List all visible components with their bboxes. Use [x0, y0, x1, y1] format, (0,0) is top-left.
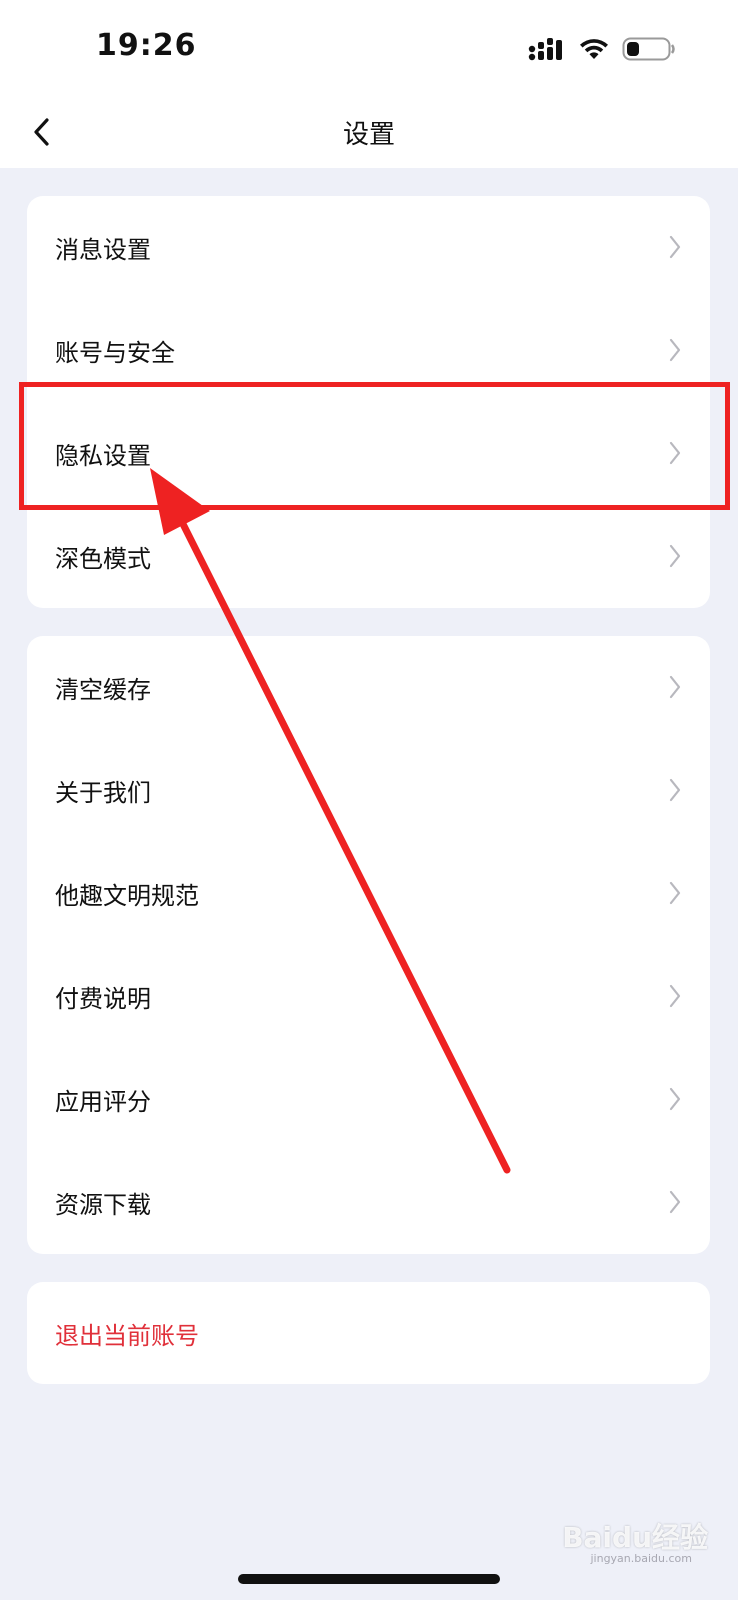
cellular-signal-icon — [528, 38, 562, 61]
chevron-right-icon — [669, 441, 681, 465]
settings-group-2: 清空缓存 关于我们 他趣文明规范 付费说明 应用评分 资源下载 — [27, 636, 710, 1254]
settings-item-label: 消息设置 — [55, 236, 151, 264]
chevron-right-icon — [669, 235, 681, 259]
settings-group-1: 消息设置 账号与安全 隐私设置 深色模式 — [27, 196, 710, 608]
chevron-right-icon — [669, 778, 681, 802]
logout-group: 退出当前账号 — [27, 1282, 710, 1384]
chevron-right-icon — [669, 544, 681, 568]
battery-icon — [622, 37, 675, 61]
settings-item-message[interactable]: 消息设置 — [27, 196, 710, 299]
settings-item-label: 清空缓存 — [55, 676, 151, 704]
status-time: 19:26 — [96, 28, 197, 63]
settings-item-dark-mode[interactable]: 深色模式 — [27, 505, 710, 608]
settings-item-label: 应用评分 — [55, 1088, 151, 1116]
watermark-logo: Baidu经验 — [562, 1521, 708, 1554]
page-title: 设置 — [342, 120, 395, 150]
settings-item-privacy[interactable]: 隐私设置 — [27, 402, 710, 505]
settings-item-about-us[interactable]: 关于我们 — [27, 739, 710, 842]
settings-item-label: 关于我们 — [55, 779, 151, 807]
settings-item-clear-cache[interactable]: 清空缓存 — [27, 636, 710, 739]
settings-item-resource-download[interactable]: 资源下载 — [27, 1151, 710, 1254]
settings-item-label: 付费说明 — [55, 985, 151, 1013]
settings-item-label: 资源下载 — [55, 1191, 151, 1219]
chevron-right-icon — [669, 675, 681, 699]
settings-item-account-security[interactable]: 账号与安全 — [27, 299, 710, 402]
chevron-right-icon — [669, 984, 681, 1008]
nav-bar: 设置 — [0, 100, 738, 168]
logout-button[interactable]: 退出当前账号 — [55, 1316, 199, 1351]
chevron-right-icon — [669, 1190, 681, 1214]
settings-item-label: 隐私设置 — [55, 442, 151, 470]
settings-item-rate-app[interactable]: 应用评分 — [27, 1048, 710, 1151]
chevron-right-icon — [669, 338, 681, 362]
chevron-right-icon — [669, 881, 681, 905]
chevron-right-icon — [669, 1087, 681, 1111]
settings-item-label: 深色模式 — [55, 545, 151, 573]
home-indicator[interactable] — [238, 1574, 500, 1584]
status-bar: 19:26 — [0, 0, 738, 100]
settings-item-community-rules[interactable]: 他趣文明规范 — [27, 842, 710, 945]
watermark-url: jingyan.baidu.com — [590, 1552, 692, 1565]
settings-item-label: 他趣文明规范 — [55, 882, 199, 910]
settings-item-payment-info[interactable]: 付费说明 — [27, 945, 710, 1048]
status-icons — [528, 34, 676, 64]
settings-item-label: 账号与安全 — [55, 339, 175, 367]
wifi-icon — [580, 39, 608, 59]
